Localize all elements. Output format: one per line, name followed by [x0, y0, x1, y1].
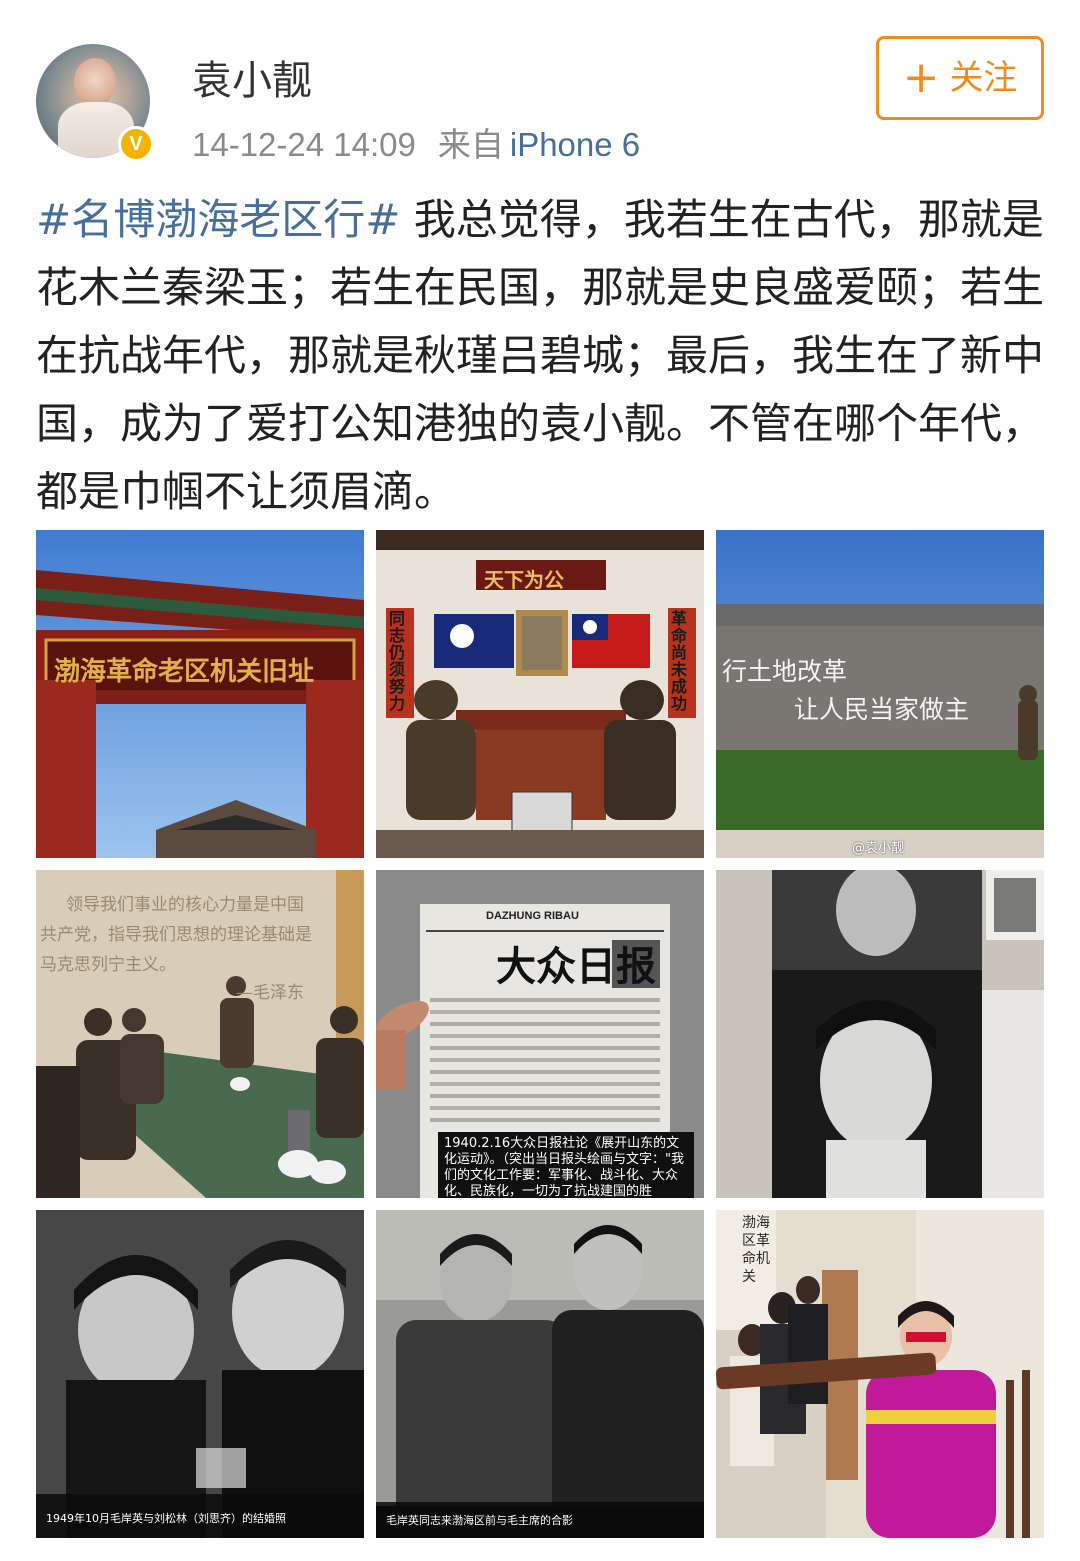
right-couplet-text: 革命尚未成功 [671, 609, 688, 713]
plus-icon: + [902, 52, 940, 103]
post-meta: 14-12-24 14:09 来自 iPhone 6 [192, 118, 640, 166]
follow-button[interactable]: + 关注 [876, 36, 1044, 120]
weibo-post: V 袁小靓 14-12-24 14:09 来自 iPhone 6 + 关注 #名博渤海… [0, 0, 1080, 1561]
left-couplet-text: 同志仍须努力 [389, 609, 406, 713]
historical-photo-image [376, 1210, 704, 1538]
post-timestamp: 14-12-24 14:09 [192, 126, 416, 163]
plaque-text: 天下为公 [484, 568, 564, 592]
source-device-link[interactable]: iPhone 6 [510, 126, 640, 163]
photo-thumbnail-6[interactable] [716, 870, 1044, 1198]
verified-badge-icon: V [118, 126, 154, 162]
post-content: #名博渤海老区行# 我总觉得，我若生在古代，那就是花木兰秦梁玉；若生在民国，那就… [36, 186, 1044, 526]
photo-thumbnail-3[interactable]: 行土地改革 让人民当家做主 @袁小靓 [716, 530, 1044, 858]
photo-thumbnail-7[interactable]: 1949年10月毛岸英与刘松林（刘思齐）的结婚照 [36, 1210, 364, 1538]
follow-label: 关注 [949, 58, 1018, 98]
photo-caption: 毛岸英同志来渤海区前与毛主席的合影 [376, 1502, 704, 1538]
wall-slogan-line-1: 行土地改革 [722, 657, 848, 686]
portrait-image [716, 870, 1044, 1198]
photo-thumbnail-5[interactable]: DAZHUNG RIBAU 大众日报 1940.2.16大众日报社论《展开山东的… [376, 870, 704, 1198]
wall-quote-line-2: 共产党，指导我们思想的理论基础是 [40, 925, 312, 945]
newspaper-caption: 1940.2.16大众日报社论《展开山东的文化运动》。（突出当日报头绘画与文字：… [438, 1132, 694, 1198]
hashtag-link[interactable]: #名博渤海老区行# [36, 195, 400, 244]
photo-thumbnail-8[interactable]: 毛岸英同志来渤海区前与毛主席的合影 [376, 1210, 704, 1538]
wall-sign-text: 渤海区革命机关 [742, 1215, 770, 1285]
photo-thumbnail-1[interactable]: 渤海革命老区机关旧址 [36, 530, 364, 858]
newspaper-masthead: 大众日报 [496, 943, 656, 990]
photo-grid: 渤海革命老区机关旧址 天下为公 同志仍须努力 革命尚未成功 行土地改革 让人民当… [36, 530, 1044, 1538]
wall-quote-signature: —毛泽东 [236, 983, 304, 1003]
newspaper-pinyin: DAZHUNG RIBAU [486, 910, 579, 922]
watermark: @袁小靓 [851, 841, 904, 856]
wall-slogan-line-2: 让人民当家做主 [794, 695, 970, 724]
gate-image [36, 530, 364, 858]
photo-thumbnail-9[interactable]: 渤海区革命机关 [716, 1210, 1044, 1538]
wall-quote-line-1: 领导我们事业的核心力量是中国 [66, 895, 304, 915]
source-label: 来自 [437, 125, 504, 164]
avatar[interactable]: V [36, 44, 154, 162]
photo-caption: 1949年10月毛岸英与刘松林（刘思齐）的结婚照 [36, 1494, 364, 1538]
gate-sign-text: 渤海革命老区机关旧址 [54, 657, 315, 687]
wall-quote-line-3: 马克思列宁主义。 [40, 955, 176, 975]
photo-thumbnail-2[interactable]: 天下为公 同志仍须努力 革命尚未成功 [376, 530, 704, 858]
photo-thumbnail-4[interactable]: 领导我们事业的核心力量是中国 共产党，指导我们思想的理论基础是 马克思列宁主义。… [36, 870, 364, 1198]
wedding-photo-image [36, 1210, 364, 1538]
username[interactable]: 袁小靓 [192, 48, 312, 106]
